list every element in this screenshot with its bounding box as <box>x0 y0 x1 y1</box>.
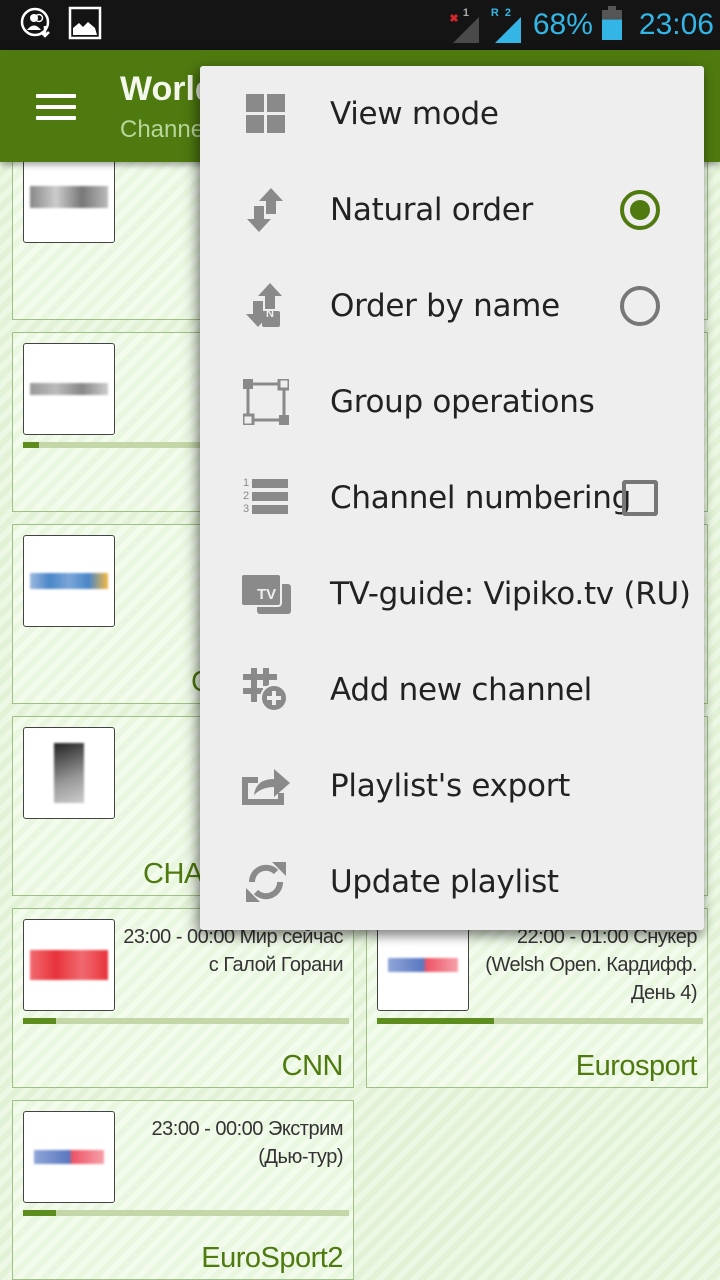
channel-logo <box>23 727 115 819</box>
progress-fill <box>23 1018 56 1024</box>
channel-card-eurosport[interactable]: 22:00 - 01:00 Снукер (Welsh Open. Кардиф… <box>366 908 708 1088</box>
channel-logo <box>23 1111 115 1203</box>
grid-view-icon <box>240 88 292 140</box>
menu-item-playlist-export[interactable]: Playlist's export <box>200 738 704 834</box>
menu-item-label: Order by name <box>330 288 560 324</box>
current-show: 23:00 - 00:00 Экстрим (Дью-тур) <box>151 1118 344 1168</box>
clock: 23:06 <box>638 8 714 41</box>
channel-logo <box>23 343 115 435</box>
menu-item-label: View mode <box>330 96 499 132</box>
logo-image <box>30 383 108 395</box>
progress-fill <box>23 442 40 448</box>
num-label: 2 <box>243 490 250 502</box>
status-bar: 1 R 2 68% 23:06 <box>0 0 720 50</box>
overflow-menu: View mode Natural order N Order by name … <box>200 66 704 930</box>
channel-card-cnn[interactable]: 23:00 - 00:00 Мир сейчас с Галой Горани … <box>12 908 354 1088</box>
channel-card-eurosport2[interactable]: 23:00 - 00:00 Экстрим (Дью-тур) EuroSpor… <box>12 1100 354 1280</box>
menu-item-tv-guide[interactable]: TV TV-guide: Vipiko.tv (RU) <box>200 546 704 642</box>
tv-label: TV <box>257 586 277 603</box>
current-show: 23:00 - 00:00 Мир сейчас с Галой Горани <box>123 926 343 976</box>
menu-item-label: TV-guide: Vipiko.tv (RU) <box>330 576 691 612</box>
battery-percent: 68% <box>532 8 593 41</box>
logo-image <box>30 573 108 589</box>
channel-name: EuroSport2 <box>201 1242 343 1274</box>
channel-name: CNN <box>281 1050 344 1082</box>
order-by-name-radio[interactable] <box>620 286 660 326</box>
channel-numbering-checkbox[interactable] <box>620 478 660 518</box>
current-show: 22:00 - 01:00 Снукер (Welsh Open. Кардиф… <box>485 926 697 1004</box>
menu-item-label: Group operations <box>330 384 595 420</box>
selection-icon <box>240 376 292 428</box>
hamburger-line <box>36 116 76 120</box>
radio-button[interactable] <box>620 286 660 326</box>
add-channel-icon <box>240 664 292 716</box>
sort-by-name-icon: N <box>240 280 292 332</box>
menu-item-view-mode[interactable]: View mode <box>200 66 704 162</box>
menu-item-label: Update playlist <box>330 864 559 900</box>
checkbox[interactable] <box>622 480 658 516</box>
show-progress-bar <box>23 1018 349 1024</box>
sim2-signal-icon: R 2 <box>491 5 525 45</box>
menu-item-add-channel[interactable]: Add new channel <box>200 642 704 738</box>
channel-name: Eurosport <box>575 1050 698 1082</box>
menu-item-label: Natural order <box>330 192 533 228</box>
numbered-list-icon: 1 2 3 <box>240 472 292 524</box>
n-badge: N <box>266 308 274 320</box>
menu-item-natural-order[interactable]: Natural order <box>200 162 704 258</box>
menu-item-label: Add new channel <box>330 672 592 708</box>
natural-order-radio[interactable] <box>620 190 660 230</box>
image-icon <box>68 6 102 45</box>
channel-logo <box>23 919 115 1011</box>
hamburger-icon <box>36 94 76 98</box>
contact-sync-icon <box>20 6 54 45</box>
logo-image <box>30 950 108 980</box>
roaming-label: R <box>490 7 499 19</box>
channel-logo <box>23 162 115 243</box>
logo-image <box>388 958 458 972</box>
sort-icon <box>240 184 292 236</box>
logo-image <box>34 1150 104 1164</box>
menu-item-update-playlist[interactable]: Update playlist <box>200 834 704 930</box>
sim1-label: 1 <box>462 7 469 19</box>
sim1-signal-icon: 1 <box>449 5 483 45</box>
logo-image <box>30 186 108 208</box>
app-subtitle: Channe <box>120 116 205 143</box>
menu-drawer-button[interactable] <box>36 94 76 120</box>
progress-fill <box>377 1018 495 1024</box>
num-label: 1 <box>243 477 250 489</box>
logo-image <box>54 743 84 803</box>
battery-icon <box>601 5 623 46</box>
export-icon <box>240 760 292 812</box>
sim2-label: 2 <box>504 7 511 19</box>
channel-logo <box>23 535 115 627</box>
channel-logo <box>377 919 469 1011</box>
menu-item-label: Playlist's export <box>330 768 571 804</box>
menu-item-channel-numbering[interactable]: 1 2 3 Channel numbering <box>200 450 704 546</box>
refresh-icon <box>240 856 292 908</box>
radio-button[interactable] <box>620 190 660 230</box>
progress-fill <box>23 1210 56 1216</box>
show-progress-bar <box>377 1018 703 1024</box>
show-progress-bar <box>23 1210 349 1216</box>
num-label: 3 <box>243 503 250 515</box>
menu-item-order-by-name[interactable]: N Order by name <box>200 258 704 354</box>
menu-item-label: Channel numbering <box>330 480 631 516</box>
menu-item-group-operations[interactable]: Group operations <box>200 354 704 450</box>
tv-guide-icon: TV <box>240 568 292 620</box>
hamburger-line <box>36 105 76 109</box>
